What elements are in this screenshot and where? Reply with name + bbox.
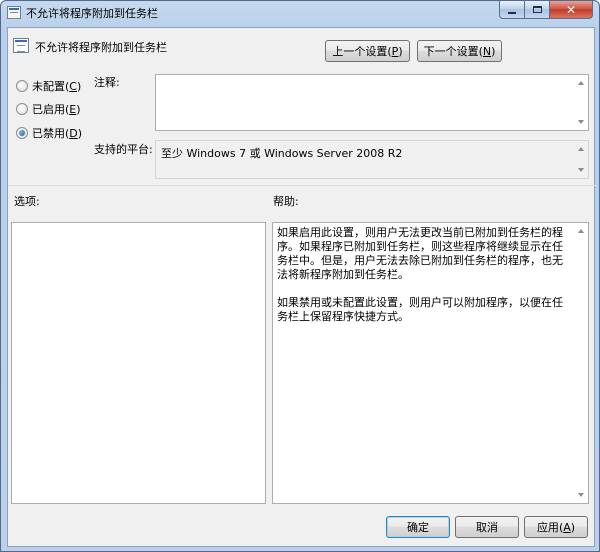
scroll-up-icon[interactable] — [578, 81, 584, 85]
previous-setting-button[interactable]: 上一个设置(P) — [325, 40, 410, 62]
dialog-window: 不允许将程序附加到任务栏 ✕ 不允许将程序附加到任务栏 上一个设置(P) 下一个… — [0, 0, 600, 552]
dialog-client-area: 不允许将程序附加到任务栏 上一个设置(P) 下一个设置(N) 未配置(C) 已启… — [7, 27, 596, 547]
policy-icon — [13, 38, 29, 53]
ok-button[interactable]: 确定 — [386, 516, 450, 538]
radio-label: 已禁用 — [32, 127, 65, 140]
radio-label: 已启用 — [32, 103, 65, 116]
apply-accesskey: A — [563, 520, 571, 534]
radio-circle[interactable] — [16, 103, 28, 115]
radio-circle[interactable] — [16, 80, 28, 92]
section-divider — [8, 185, 596, 186]
help-label: 帮助: — [273, 195, 299, 208]
scroll-up-icon[interactable] — [578, 229, 584, 233]
next-setting-accesskey: N — [482, 44, 492, 58]
minimize-button[interactable] — [499, 1, 525, 19]
apply-button[interactable]: 应用(A) — [524, 516, 588, 538]
help-paragraph: 如果禁用或未配置此设置，则用户可以附加程序，以便在任务栏上保留程序快捷方式。 — [277, 296, 563, 323]
platform-value: 至少 Windows 7 或 Windows Server 2008 R2 — [161, 147, 403, 160]
apply-label: 应用 — [536, 521, 559, 534]
platform-field: 至少 Windows 7 或 Windows Server 2008 R2 — [155, 140, 589, 179]
minimize-icon — [508, 11, 516, 14]
radio-label: 未配置 — [32, 80, 65, 93]
scroll-down-icon[interactable] — [578, 168, 584, 172]
comment-textarea[interactable] — [155, 74, 589, 131]
window-title: 不允许将程序附加到任务栏 — [26, 7, 158, 20]
platform-scrollbar[interactable] — [573, 141, 588, 178]
radio-accesskey: E — [69, 102, 77, 116]
policy-icon — [7, 6, 21, 19]
radio-not-configured[interactable]: 未配置(C) — [16, 78, 81, 94]
scroll-down-icon[interactable] — [578, 493, 584, 497]
previous-setting-label: 上一个设置 — [332, 45, 388, 58]
help-paragraph: 如果启用此设置，则用户无法更改当前已附加到任务栏的程序。如果程序已附加到任务栏，… — [277, 226, 563, 281]
maximize-icon — [532, 6, 542, 13]
radio-enabled[interactable]: 已启用(E) — [16, 101, 81, 117]
options-label: 选项: — [14, 195, 40, 208]
close-icon: ✕ — [565, 2, 577, 17]
radio-disabled[interactable]: 已禁用(D) — [16, 125, 82, 141]
cancel-label: 取消 — [476, 521, 498, 534]
help-scrollbar[interactable] — [573, 223, 588, 503]
previous-setting-accesskey: P — [391, 44, 399, 58]
radio-circle-selected[interactable] — [16, 127, 28, 139]
comment-label: 注释: — [94, 76, 120, 89]
ok-label: 确定 — [407, 521, 429, 534]
platform-label: 支持的平台: — [94, 143, 153, 156]
help-pane[interactable]: 如果启用此设置，则用户无法更改当前已附加到任务栏的程序。如果程序已附加到任务栏，… — [272, 222, 589, 504]
cancel-button[interactable]: 取消 — [455, 516, 519, 538]
scroll-down-icon[interactable] — [578, 120, 584, 124]
scroll-up-icon[interactable] — [578, 147, 584, 151]
close-button[interactable]: ✕ — [550, 1, 593, 19]
next-setting-label: 下一个设置 — [423, 45, 479, 58]
radio-accesskey: D — [69, 126, 78, 140]
maximize-button[interactable] — [525, 1, 550, 19]
caption-buttons: ✕ — [499, 1, 593, 19]
policy-title: 不允许将程序附加到任务栏 — [35, 41, 167, 54]
comment-scrollbar[interactable] — [573, 75, 588, 130]
radio-accesskey: C — [69, 79, 77, 93]
help-content: 如果启用此设置，则用户无法更改当前已附加到任务栏的程序。如果程序已附加到任务栏，… — [277, 226, 572, 338]
options-pane[interactable] — [11, 222, 266, 504]
next-setting-button[interactable]: 下一个设置(N) — [417, 40, 502, 62]
title-bar[interactable]: 不允许将程序附加到任务栏 ✕ — [1, 1, 599, 25]
